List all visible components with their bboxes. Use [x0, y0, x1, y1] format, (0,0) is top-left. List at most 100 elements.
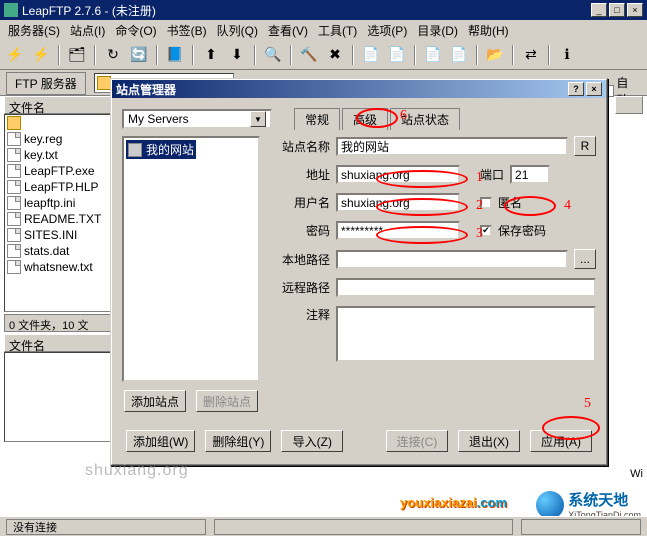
label-localpath: 本地路径: [274, 251, 330, 268]
brand-youxiaxiazai: youxiaxiazai.com: [400, 495, 507, 510]
hammer-icon[interactable]: 🔨: [298, 44, 320, 66]
label-pass: 密码: [274, 222, 330, 239]
import-button[interactable]: 导入(Z): [281, 430, 343, 452]
dialog-close-button[interactable]: ×: [586, 82, 602, 96]
anon-checkbox[interactable]: [480, 197, 492, 209]
delete-icon[interactable]: ✖: [324, 44, 346, 66]
browse-local-button[interactable]: ...: [574, 249, 596, 269]
connect-icon[interactable]: ⚡: [4, 44, 26, 66]
menu-view[interactable]: 查看(V): [264, 20, 312, 41]
close-button[interactable]: ×: [627, 3, 643, 17]
menu-queue[interactable]: 队列(Q): [213, 20, 262, 41]
comment-textarea[interactable]: [336, 306, 596, 362]
menu-help[interactable]: 帮助(H): [464, 20, 513, 41]
maximize-button[interactable]: □: [609, 3, 625, 17]
file-icon: [7, 228, 21, 242]
file-icon: [7, 196, 21, 210]
globe-icon: [536, 491, 564, 519]
disconnect-icon[interactable]: ⚡: [30, 44, 52, 66]
menu-server[interactable]: 服务器(S): [4, 20, 64, 41]
label-sitename: 站点名称: [274, 138, 330, 155]
minimize-button[interactable]: _: [591, 3, 607, 17]
window-title: LeapFTP 2.7.6 - (未注册): [22, 2, 156, 19]
label-remotepath: 远程路径: [274, 279, 330, 296]
watermark-text: shuxiang.org: [85, 462, 189, 480]
statusbar: 没有连接: [0, 516, 647, 536]
tab-ftp-server[interactable]: FTP 服务器: [6, 72, 86, 95]
file-icon: [7, 244, 21, 258]
status-text: 没有连接: [6, 519, 206, 535]
refresh-icon[interactable]: 🔄: [128, 44, 150, 66]
label-user: 用户名: [274, 194, 330, 211]
upload-icon[interactable]: ⬆: [200, 44, 222, 66]
savepass-checkbox[interactable]: ✔: [480, 225, 492, 237]
connect-button[interactable]: 连接(C): [386, 430, 448, 452]
file-icon: [7, 164, 21, 178]
menu-site[interactable]: 站点(I): [66, 20, 109, 41]
exit-button[interactable]: 退出(X): [458, 430, 520, 452]
file-icon: [7, 132, 21, 146]
file-icon: [7, 260, 21, 274]
delete-site-button[interactable]: 删除站点: [196, 390, 258, 412]
password-input[interactable]: *********: [336, 221, 460, 240]
file-icon: [7, 212, 21, 226]
menu-directory[interactable]: 目录(D): [413, 20, 462, 41]
app-icon: [4, 3, 18, 17]
tab-site-status[interactable]: 站点状态: [390, 108, 460, 130]
doc3-icon[interactable]: 📄: [422, 44, 444, 66]
menu-tools[interactable]: 工具(T): [314, 20, 361, 41]
chevron-down-icon[interactable]: ▼: [250, 111, 266, 127]
swap-icon[interactable]: ⇄: [520, 44, 542, 66]
menu-bookmark[interactable]: 书签(B): [163, 20, 211, 41]
label-anon: 匿名: [498, 194, 522, 211]
remotepath-input[interactable]: [336, 278, 596, 297]
doc2-icon[interactable]: 📄: [386, 44, 408, 66]
info-icon[interactable]: ℹ: [556, 44, 578, 66]
server-group-combo[interactable]: My Servers ▼: [122, 109, 272, 129]
label-comment: 注释: [274, 306, 330, 323]
label-addr: 地址: [274, 166, 330, 183]
sitemgr-icon[interactable]: 🗂: [66, 44, 88, 66]
add-site-button[interactable]: 添加站点: [124, 390, 186, 412]
menu-options[interactable]: 选项(P): [363, 20, 411, 41]
download-icon[interactable]: ⬇: [226, 44, 248, 66]
dialog-titlebar: 站点管理器 ? ×: [112, 80, 606, 98]
combo-value: My Servers: [128, 112, 189, 126]
dialog-help-button[interactable]: ?: [568, 82, 584, 96]
port-input[interactable]: 21: [510, 165, 550, 184]
remote-pane-edge: [615, 96, 643, 360]
site-manager-dialog: 站点管理器 ? × My Servers ▼ 常规 高级 站点状态 我的网站: [110, 78, 608, 466]
menubar: 服务器(S) 站点(I) 命令(O) 书签(B) 队列(Q) 查看(V) 工具(…: [0, 20, 647, 40]
tab-general[interactable]: 常规: [294, 108, 340, 130]
book-icon[interactable]: 📘: [164, 44, 186, 66]
apply-button[interactable]: 应用(A): [530, 430, 592, 452]
username-input[interactable]: shuxiang.org: [336, 193, 460, 212]
status-cell-2: [214, 519, 513, 535]
site-tree[interactable]: 我的网站: [122, 136, 260, 382]
dialog-title: 站点管理器: [116, 81, 176, 98]
add-group-button[interactable]: 添加组(W): [126, 430, 195, 452]
reload-icon[interactable]: ↻: [102, 44, 124, 66]
doc4-icon[interactable]: 📄: [448, 44, 470, 66]
file-icon: [7, 180, 21, 194]
folder-icon: [97, 76, 111, 90]
tab-advanced[interactable]: 高级: [342, 108, 388, 130]
label-savepass: 保存密码: [498, 222, 546, 239]
toolbar: ⚡ ⚡ 🗂 ↻ 🔄 📘 ⬆ ⬇ 🔍 🔨 ✖ 📄 📄 📄 📄 📂 ⇄ ℹ: [0, 40, 647, 70]
localpath-input[interactable]: [336, 250, 568, 269]
site-icon: [128, 143, 142, 157]
folder-open-icon[interactable]: 📂: [484, 44, 506, 66]
find-icon[interactable]: 🔍: [262, 44, 284, 66]
r-button[interactable]: R: [574, 136, 596, 156]
delete-group-button[interactable]: 删除组(Y): [205, 430, 271, 452]
file-icon: [7, 148, 21, 162]
doc1-icon[interactable]: 📄: [360, 44, 382, 66]
main-titlebar: LeapFTP 2.7.6 - (未注册) _ □ ×: [0, 0, 647, 20]
label-port: 端口: [480, 166, 504, 183]
address-input[interactable]: shuxiang.org: [336, 165, 460, 184]
up-icon: [7, 116, 21, 130]
sitename-input[interactable]: 我的网站: [336, 137, 568, 156]
status-cell-3: [521, 519, 641, 535]
menu-command[interactable]: 命令(O): [111, 20, 160, 41]
site-tree-item[interactable]: 我的网站: [126, 140, 196, 159]
